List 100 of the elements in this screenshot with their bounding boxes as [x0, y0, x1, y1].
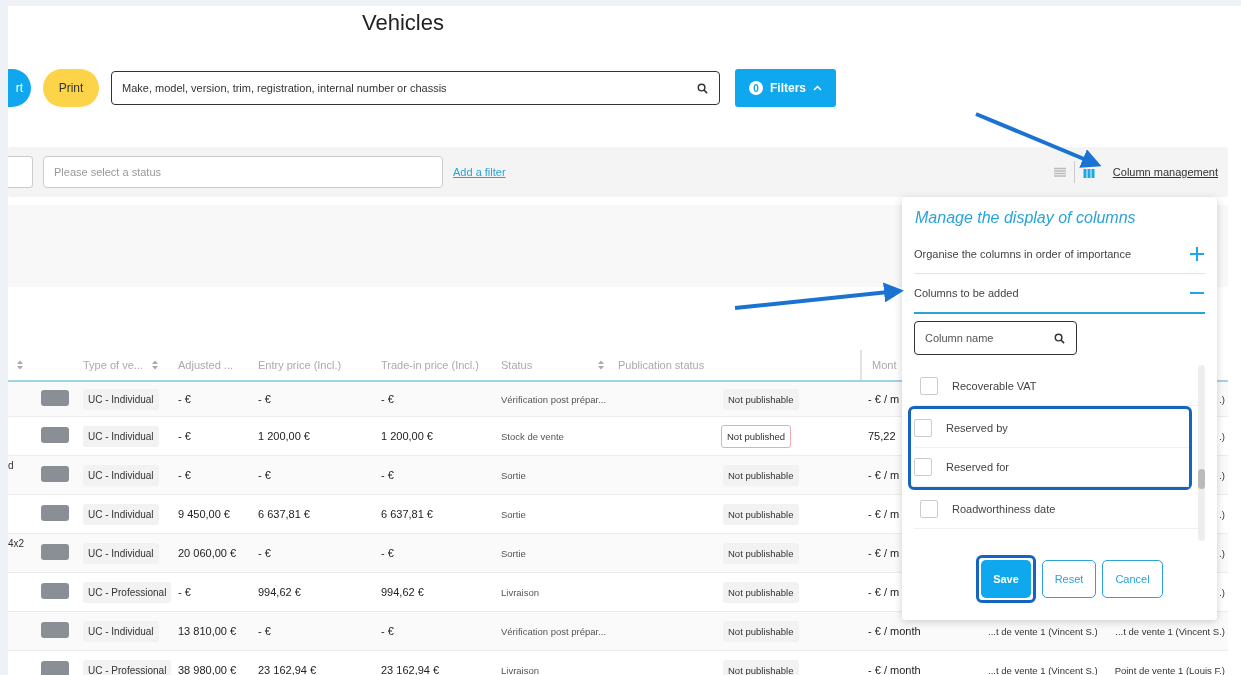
column-management-link[interactable]: Column management: [1112, 166, 1218, 178]
publication-status-tag: Not publishable: [723, 465, 799, 486]
partial-button[interactable]: rt: [8, 69, 31, 107]
car-photo: [41, 505, 69, 521]
publication-status-tag: Not published: [721, 425, 792, 448]
filter-field[interactable]: [8, 156, 33, 188]
table-cell: .): [1219, 586, 1225, 598]
scrollbar[interactable]: [1198, 365, 1205, 541]
sort-icon[interactable]: [150, 359, 159, 371]
list-view-icon[interactable]: [1053, 166, 1066, 178]
sort-icon[interactable]: [597, 359, 605, 371]
price-cell: 23 162,94 €: [258, 664, 317, 675]
table-cell: .): [1219, 547, 1225, 559]
publication-status-tag: Not publishable: [723, 543, 799, 564]
table-cell: ...t de vente 1 (Vincent S.): [988, 625, 1098, 637]
monthly-price-cell: - € / m: [868, 469, 900, 481]
table-cell: d: [8, 460, 14, 471]
price-cell: - €: [258, 547, 271, 559]
column-header[interactable]: Mont: [872, 359, 897, 371]
add-filter-link[interactable]: Add a filter: [453, 166, 506, 178]
print-button[interactable]: Print: [43, 69, 99, 107]
price-cell: 1 200,00 €: [381, 430, 433, 442]
status-cell: Sortie: [501, 547, 526, 559]
checkbox[interactable]: [920, 500, 938, 518]
price-cell: 20 060,00 €: [178, 547, 237, 559]
price-cell: 1 200,00 €: [258, 430, 310, 442]
monthly-price-cell: - € / m: [868, 586, 900, 598]
car-photo: [41, 661, 69, 675]
car-photo: [41, 390, 69, 406]
column-option-label[interactable]: Reserved by: [946, 422, 1008, 434]
vehicle-type-tag: UC - Individual: [83, 543, 159, 564]
table-cell: 4x2: [8, 538, 25, 549]
vehicle-type-tag: UC - Individual: [83, 389, 159, 410]
price-cell: 6 637,81 €: [258, 508, 310, 520]
car-photo: [41, 427, 69, 443]
monthly-price-cell: - € / month: [868, 664, 921, 675]
checkbox[interactable]: [914, 419, 932, 437]
car-photo: [41, 544, 69, 560]
monthly-price-cell: - € / month: [868, 625, 921, 637]
column-header[interactable]: Entry price (Incl.): [258, 359, 342, 371]
popup-button[interactable]: Reset: [1042, 560, 1096, 598]
publication-status-tag: Not publishable: [723, 582, 799, 603]
column-header[interactable]: Status: [501, 359, 533, 371]
column-header[interactable]: Publication status: [618, 359, 705, 371]
vehicle-type-tag: UC - Professional: [83, 660, 172, 675]
sort-icon[interactable]: [16, 359, 24, 371]
page-title: Vehicles: [362, 9, 444, 37]
price-cell: 994,62 €: [381, 586, 424, 598]
vehicle-type-tag: UC - Individual: [83, 504, 159, 525]
monthly-price-cell: - € / m: [868, 393, 900, 405]
checkbox[interactable]: [920, 377, 938, 395]
column-header[interactable]: Adjusted ...: [178, 359, 234, 371]
publication-status-tag: Not publishable: [723, 389, 799, 410]
price-cell: - €: [381, 547, 394, 559]
price-cell: - €: [381, 469, 394, 481]
search-icon: [1054, 333, 1065, 344]
column-option-label[interactable]: Reserved for: [946, 461, 1009, 473]
filters-button[interactable]: 0 Filters: [735, 69, 836, 107]
search-icon: [697, 83, 708, 94]
plus-icon[interactable]: [1189, 246, 1205, 262]
price-cell: 13 810,00 €: [178, 625, 237, 637]
vehicle-type-tag: UC - Individual: [83, 621, 159, 642]
search-field[interactable]: Make, model, version, trim, registration, internal number or chassis: [111, 71, 720, 105]
status-cell: Sortie: [501, 508, 526, 520]
column-option-label[interactable]: Roadworthiness date: [952, 503, 1056, 515]
price-cell: - €: [178, 430, 191, 442]
columns-view-icon[interactable]: [1082, 166, 1095, 178]
checkbox[interactable]: [914, 458, 932, 476]
chevron-up-icon: [813, 85, 822, 91]
table-cell: ...t de vente 1 (Vincent S.): [988, 664, 1098, 675]
column-header[interactable]: Type of ve...: [83, 359, 143, 371]
section-label[interactable]: Columns to be added: [914, 287, 1019, 299]
price-cell: - €: [381, 393, 394, 405]
price-cell: - €: [258, 625, 271, 637]
price-cell: 9 450,00 €: [178, 508, 230, 520]
column-search-field[interactable]: Column name: [914, 321, 1077, 355]
status-cell: Stock de vente: [501, 430, 564, 442]
column-option-label[interactable]: Recoverable VAT: [952, 380, 1037, 392]
publication-status-tag: Not publishable: [723, 504, 799, 525]
monthly-price-cell: - € / m: [868, 508, 900, 520]
status-field[interactable]: Please select a status: [43, 156, 443, 188]
status-cell: Sortie: [501, 469, 526, 481]
price-cell: 38 980,00 €: [178, 664, 237, 675]
vehicle-type-tag: UC - Professional: [83, 582, 172, 603]
vehicle-type-tag: UC - Individual: [83, 465, 159, 486]
price-cell: 6 637,81 €: [381, 508, 433, 520]
price-cell: - €: [178, 393, 191, 405]
table-cell: .): [1219, 430, 1225, 442]
publication-status-tag: Not publishable: [723, 621, 799, 642]
popup-button[interactable]: Cancel: [1102, 560, 1163, 598]
save-button[interactable]: Save: [981, 560, 1031, 598]
status-cell: Vérification post prépar...: [501, 625, 607, 637]
vehicle-type-tag: UC - Individual: [83, 426, 159, 447]
table-cell: ...t de vente 1 (Vincent S.): [1115, 625, 1225, 637]
popup-title: Manage the display of columns: [915, 209, 1136, 227]
monthly-price-cell: - € / m: [868, 547, 900, 559]
price-cell: 994,62 €: [258, 586, 301, 598]
table-cell: Point de vente 1 (Louis F.): [1114, 664, 1225, 675]
section-label[interactable]: Organise the columns in order of importance: [914, 248, 1132, 260]
column-header[interactable]: Trade-in price (Incl.): [381, 359, 479, 371]
